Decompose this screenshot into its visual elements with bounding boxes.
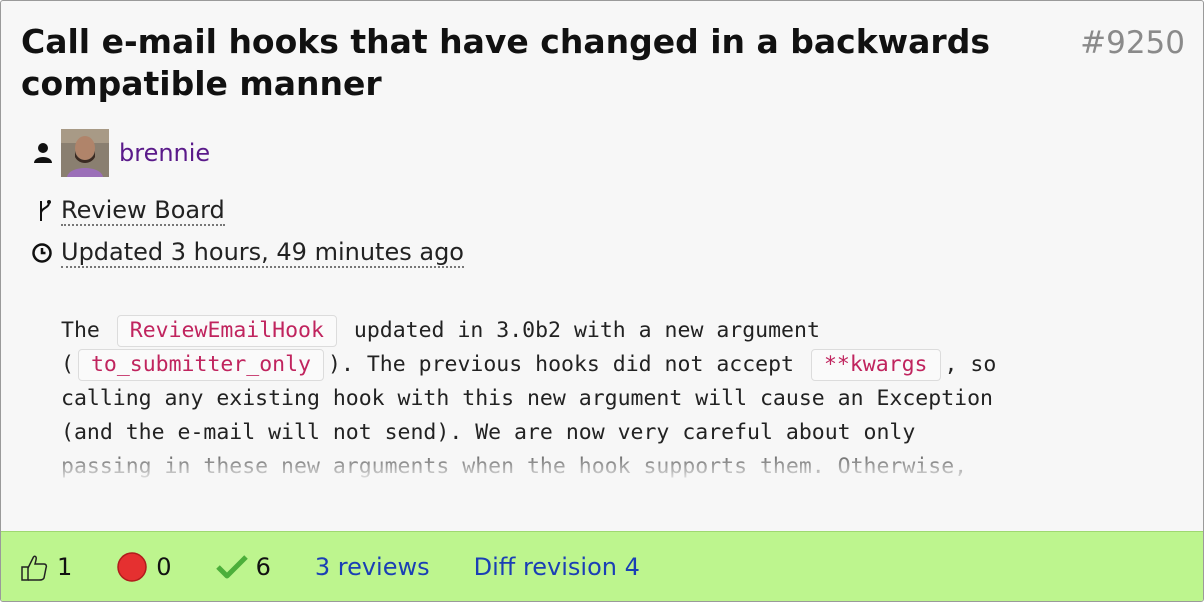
description-text: The (61, 318, 113, 343)
ship-it-count[interactable]: 1 (19, 552, 72, 582)
clock-icon (31, 242, 53, 264)
description-text: ). The previous hooks did not accept (328, 352, 807, 377)
description-line: (to_submitter_only). The previous hooks … (61, 348, 1161, 382)
branch-icon (37, 199, 53, 223)
submitter-username[interactable]: brennie (119, 139, 210, 167)
open-issue-icon (116, 551, 148, 583)
resolved-issues-count-value: 6 (255, 553, 271, 581)
updated-timestamp: Updated 3 hours, 49 minutes ago (61, 238, 464, 268)
review-summary-bar: 1 0 6 3 reviews Diff revision 4 (1, 531, 1203, 601)
repository-row: Review Board (37, 195, 225, 227)
description-text: updated in 3.0b2 with a new argument (340, 318, 820, 343)
repository-link[interactable]: Review Board (61, 196, 225, 226)
submitter-row: brennie (33, 129, 210, 177)
open-issues-count-value: 0 (156, 553, 172, 581)
inline-code: to_submitter_only (77, 349, 325, 381)
description-line: The ReviewEmailHook updated in 3.0b2 wit… (61, 314, 1161, 348)
checkmark-icon (215, 554, 248, 580)
description-text: , so (944, 352, 997, 377)
diff-revision-link[interactable]: Diff revision 4 (474, 553, 640, 581)
resolved-issues-count[interactable]: 6 (215, 553, 271, 581)
description-fade (1, 441, 1203, 501)
avatar[interactable] (61, 129, 109, 177)
inline-code: **kwargs (810, 349, 941, 381)
description-line: calling any existing hook with this new … (61, 382, 1161, 416)
ship-it-count-value: 1 (57, 553, 73, 581)
thumbs-up-icon (19, 552, 49, 582)
description-text: calling any existing hook with this new … (61, 386, 993, 411)
user-icon (33, 142, 53, 164)
reviews-link[interactable]: 3 reviews (315, 553, 430, 581)
review-title[interactable]: Call e-mail hooks that have changed in a… (21, 21, 1021, 105)
open-issues-count[interactable]: 0 (116, 551, 172, 583)
review-request-card[interactable]: Call e-mail hooks that have changed in a… (0, 0, 1204, 602)
inline-code: ReviewEmailHook (116, 315, 337, 347)
review-id: #9250 (1080, 25, 1185, 61)
updated-row: Updated 3 hours, 49 minutes ago (31, 237, 464, 269)
description-text: ( (61, 352, 74, 377)
